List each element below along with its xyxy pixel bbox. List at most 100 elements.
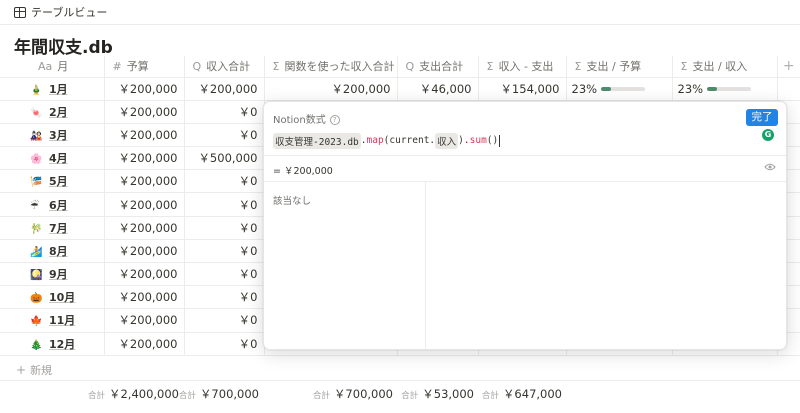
text-property-icon: Aa [38,60,53,74]
formula-sigma-icon: Σ [574,60,582,74]
expense-budget-cell[interactable]: 23% [566,76,673,101]
income-cell[interactable]: ￥0 [184,261,265,287]
divider [264,155,786,156]
budget-cell[interactable]: ￥200,000 [104,192,185,217]
month-link[interactable]: 4月 [49,152,68,165]
income-fn-cell[interactable]: ￥200,000 [264,76,398,101]
income-cell[interactable]: ￥0 [184,99,265,124]
month-cell[interactable]: 🏄 8月 [0,238,105,264]
grammar-extension-icon[interactable]: G [762,129,774,141]
eye-icon[interactable] [764,163,776,174]
month-cell[interactable]: 🎍 1月 [0,76,105,101]
empty-cell[interactable] [777,76,800,101]
column-header-expense-budget[interactable]: Σ 支出 / 予算 [566,56,673,78]
month-cell[interactable]: ☔ 6月 [0,192,105,217]
formula-editor-popup: Notion数式? 完了 G 収支管理-2023.db . map (curre… [263,101,787,350]
month-link[interactable]: 8月 [49,245,68,258]
text-caret [499,134,501,147]
column-header-income-fn[interactable]: Σ 関数を使った収入合計 [264,56,398,78]
budget-cell[interactable]: ￥200,000 [104,285,185,310]
table-icon [14,6,26,18]
month-emoji-icon: 🌸 [30,154,43,166]
income-cell[interactable]: ￥0 [184,285,265,310]
month-cell[interactable]: 🎏 5月 [0,169,105,194]
column-header-expense-total[interactable]: Q 支出合計 [397,56,479,78]
rollup-search-icon: Q [192,60,202,74]
budget-cell[interactable]: ￥200,000 [104,146,185,171]
divider [0,24,800,25]
month-link[interactable]: 1月 [49,83,68,96]
formula-sigma-icon: Σ [680,60,688,74]
income-cell[interactable]: ￥0 [184,122,265,148]
income-cell[interactable]: ￥0 [184,215,265,240]
expense-income-cell[interactable]: 23% [672,76,778,101]
month-link[interactable]: 12月 [49,338,75,351]
budget-cell[interactable]: ￥200,000 [104,122,185,148]
month-cell[interactable]: 🎋 7月 [0,215,105,240]
month-link[interactable]: 2月 [49,106,68,119]
add-property-button[interactable]: + [777,56,800,78]
month-cell[interactable]: 🎄 12月 [0,331,105,356]
month-cell[interactable]: 🌸 4月 [0,146,105,171]
no-results-text: 該当なし [273,196,312,207]
month-emoji-icon: 🍁 [30,316,43,328]
month-link[interactable]: 11月 [49,314,75,327]
income-cell[interactable]: ￥0 [184,169,265,194]
sum-income-fn[interactable]: 合計 ￥700,000 [313,386,393,402]
number-property-icon: # [112,60,122,74]
formula-input[interactable]: 収支管理-2023.db . map (current. 収入 ). sum (… [273,132,501,149]
new-row-button[interactable]: + 新規 [16,362,52,378]
month-cell[interactable]: 🎃 10月 [0,285,105,310]
month-cell[interactable]: 🍁 11月 [0,308,105,333]
month-cell[interactable]: 🎎 3月 [0,122,105,148]
month-emoji-icon: 🎏 [30,177,43,189]
income-cell[interactable]: ￥0 [184,192,265,217]
month-link[interactable]: 10月 [49,291,75,304]
month-emoji-icon: 🎄 [30,339,43,351]
budget-cell[interactable]: ￥200,000 [104,99,185,124]
sum-budget[interactable]: 合計 ￥2,400,000 [88,386,179,402]
column-header-budget[interactable]: # 予算 [104,56,185,78]
budget-cell[interactable]: ￥200,000 [104,238,185,264]
formula-result: = ￥200,000 [273,166,333,177]
budget-cell[interactable]: ￥200,000 [104,308,185,333]
column-header-diff[interactable]: Σ 収入 - 支出 [478,56,567,78]
budget-cell[interactable]: ￥200,000 [104,76,185,101]
table-row[interactable]: 🎍 1月 ￥200,000 ￥200,000 ￥200,000 ￥46,000 ￥154,0… [0,76,800,101]
month-emoji-icon: ☔ [30,200,39,212]
expense-cell[interactable]: ￥46,000 [397,76,479,101]
divider [0,380,800,381]
month-cell[interactable]: 🎑 9月 [0,261,105,287]
help-icon[interactable]: ? [329,115,340,125]
sum-diff[interactable]: 合計 ￥647,000 [482,386,562,402]
sum-expense[interactable]: 合計 ￥53,000 [401,386,474,402]
month-link[interactable]: 5月 [49,175,68,188]
diff-cell[interactable]: ￥154,000 [478,76,567,101]
done-button[interactable]: 完了 [746,109,778,126]
table-view-tab[interactable]: テーブルビュー [14,3,107,21]
income-cell[interactable]: ￥0 [184,238,265,264]
column-header-month[interactable]: Aa 月 [0,56,105,78]
column-header-income-total[interactable]: Q 収入合計 [184,56,265,78]
formula-property-token: 収入 [435,132,459,149]
income-cell[interactable]: ￥0 [184,308,265,333]
formula-sigma-icon: Σ [486,60,494,74]
column-header-expense-income[interactable]: Σ 支出 / 収入 [672,56,778,78]
rollup-search-icon: Q [405,60,415,74]
sum-income[interactable]: 合計 ￥700,000 [179,386,259,402]
budget-cell[interactable]: ￥200,000 [104,169,185,194]
budget-cell[interactable]: ￥200,000 [104,261,185,287]
budget-cell[interactable]: ￥200,000 [104,215,185,240]
budget-cell[interactable]: ￥200,000 [104,331,185,356]
income-cell[interactable]: ￥0 [184,331,265,356]
progress-bar [707,87,752,92]
income-cell[interactable]: ￥500,000 [184,146,265,171]
new-row-label: 新規 [30,364,53,377]
month-cell[interactable]: 🍬 2月 [0,99,105,124]
month-link[interactable]: 6月 [49,199,68,212]
income-cell[interactable]: ￥200,000 [184,76,265,101]
month-link[interactable]: 9月 [49,268,68,281]
month-link[interactable]: 7月 [49,222,68,235]
month-emoji-icon: 🎎 [30,130,43,142]
month-link[interactable]: 3月 [49,129,68,142]
